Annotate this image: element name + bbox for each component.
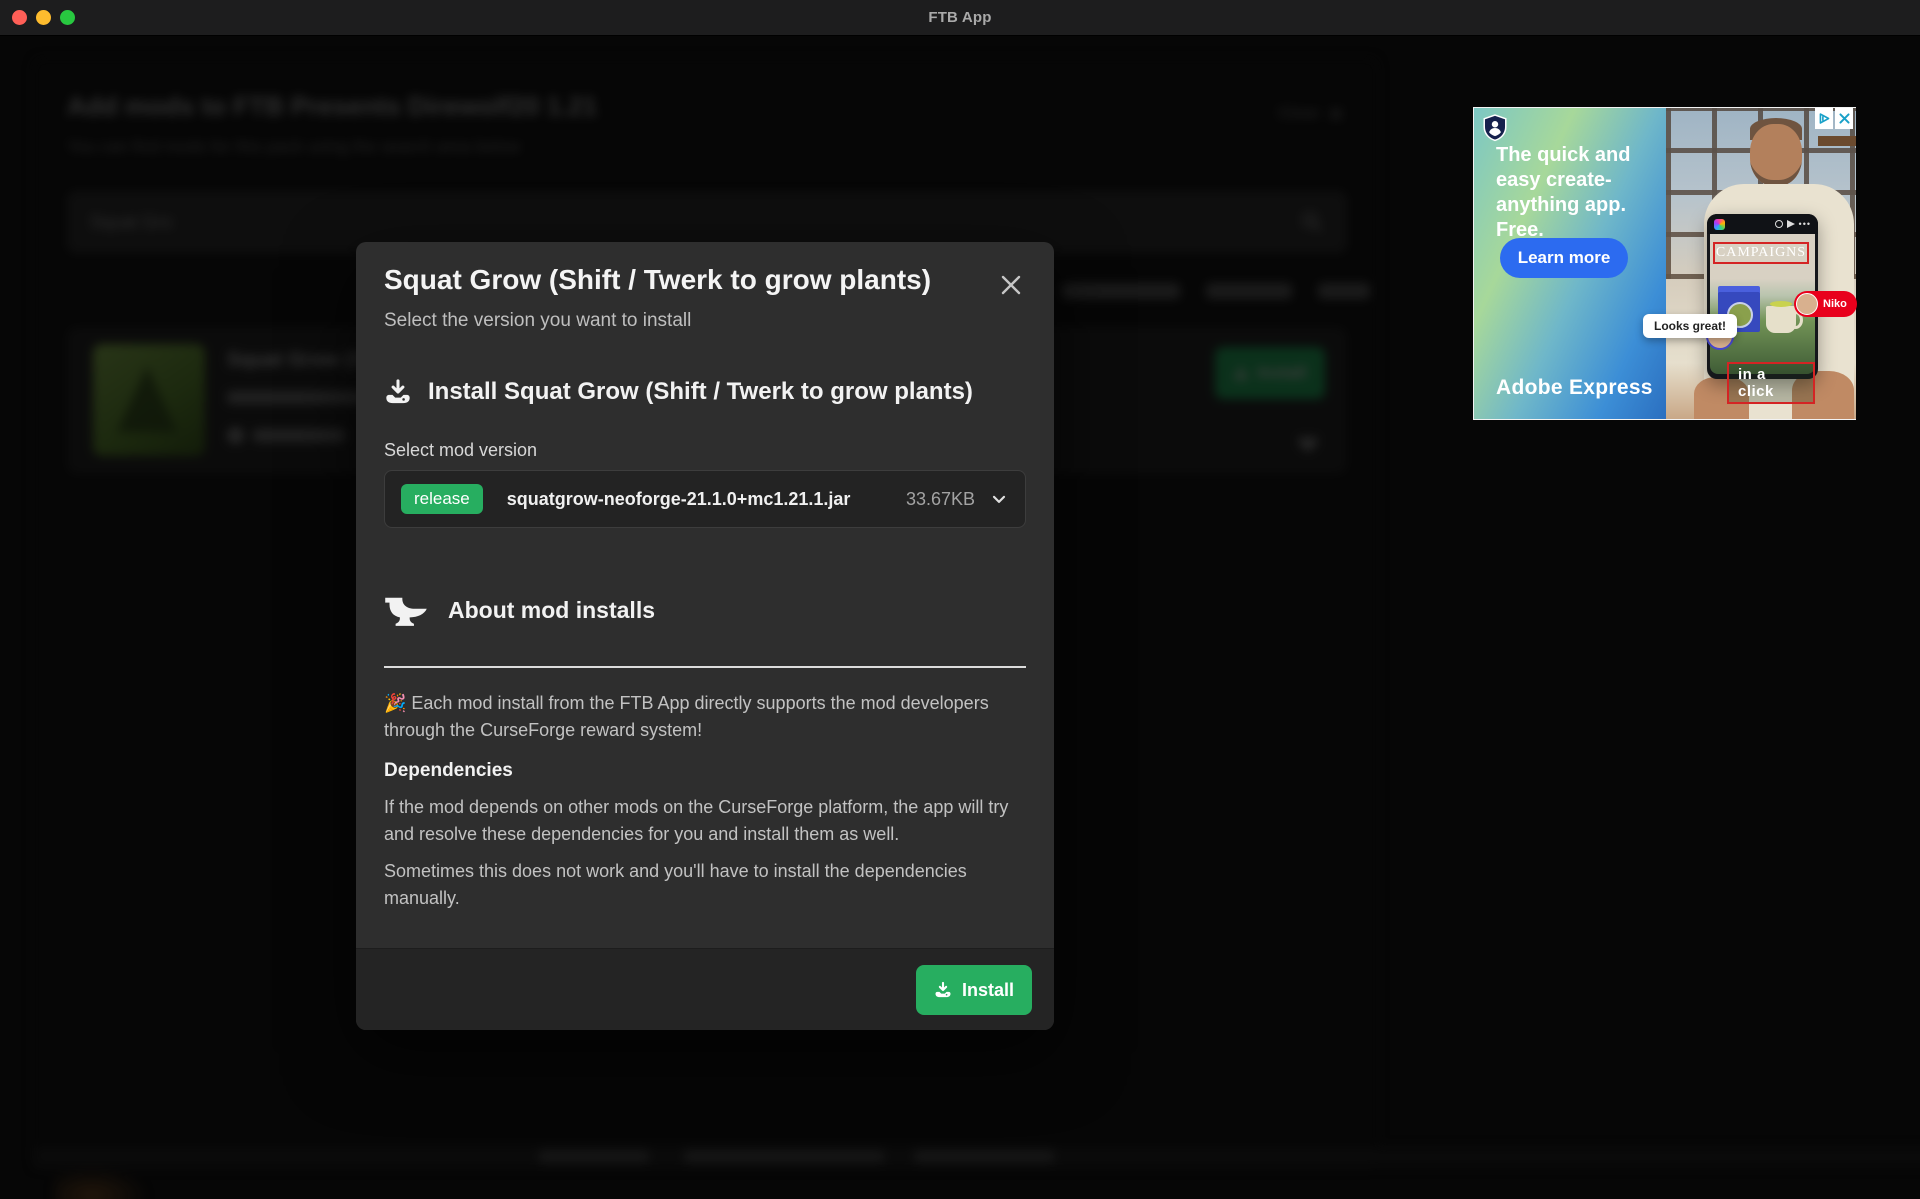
phone-screen: CAMPAIGNS Niko in a click <box>1710 234 1815 374</box>
avatar <box>1796 293 1818 315</box>
modal-title: Squat Grow (Shift / Twerk to grow plants… <box>384 264 931 296</box>
search-value: Squat Gro <box>90 212 1300 233</box>
ad-headline: The quick and easy create-anything app. … <box>1496 143 1646 243</box>
looks-great-tag: Looks great! <box>1643 314 1737 338</box>
adobe-express-logo-icon <box>1714 219 1725 230</box>
dependencies-paragraph-2: Sometimes this does not work and you'll … <box>384 858 1029 912</box>
mod-thumbnail <box>93 344 205 456</box>
history-icon <box>1775 220 1783 228</box>
install-button[interactable]: Install <box>916 965 1032 1015</box>
result-filter-row <box>1062 283 1370 299</box>
install-heading-label: Install Squat Grow (Shift / Twerk to gro… <box>428 378 973 406</box>
about-heading-label: About mod installs <box>448 597 655 624</box>
install-mod-modal: Squat Grow (Shift / Twerk to grow plants… <box>356 242 1054 1030</box>
card-install-label: Install <box>1257 363 1306 383</box>
candle-mug <box>1766 306 1796 333</box>
reward-note: 🎉 Each mod install from the FTB App dire… <box>384 690 1029 744</box>
install-button-label: Install <box>962 980 1014 1001</box>
background-glow <box>54 1167 149 1199</box>
privacy-shield-icon[interactable] <box>1482 114 1508 142</box>
download-icon <box>384 378 412 406</box>
adchoices-icon[interactable] <box>1815 108 1833 129</box>
phone-mockup: ••• CAMPAIGNS Niko in a click <box>1707 214 1818 379</box>
bottom-status-strip <box>34 1147 1920 1167</box>
page-close-label: Close <box>1278 105 1319 123</box>
niko-collab-pill: Niko <box>1794 291 1857 317</box>
adobe-express-ad[interactable]: The quick and easy create-anything app. … <box>1473 107 1856 420</box>
mod-card-meta-line <box>227 391 377 404</box>
version-select-label: Select mod version <box>384 440 537 461</box>
in-a-click-text: in a click <box>1727 362 1815 404</box>
mod-author-avatar <box>227 427 244 444</box>
ad-close-icon[interactable] <box>1835 108 1853 129</box>
phone-top-bar: ••• <box>1707 214 1818 234</box>
campaigns-text: CAMPAIGNS <box>1713 242 1809 264</box>
minimize-window-button[interactable] <box>36 10 51 25</box>
heart-icon <box>1297 433 1319 453</box>
filter-chip <box>1062 283 1180 299</box>
filter-chip <box>1318 283 1370 299</box>
window-title: FTB App <box>928 9 991 26</box>
ad-gradient-panel: The quick and easy create-anything app. … <box>1474 108 1666 419</box>
status-blob <box>684 1150 884 1163</box>
modal-subtitle: Select the version you want to install <box>384 310 691 332</box>
page-title: Add mods to FTB Presents Direwolf20 1.21 <box>67 91 597 122</box>
install-section-heading: Install Squat Grow (Shift / Twerk to gro… <box>384 378 973 406</box>
more-icon: ••• <box>1799 221 1811 227</box>
ad-controls <box>1815 108 1853 129</box>
zoom-window-button[interactable] <box>60 10 75 25</box>
search-icon <box>1300 210 1324 234</box>
share-icon <box>1787 220 1795 228</box>
version-filename: squatgrow-neoforge-21.1.0+mc1.21.1.jar <box>507 489 851 510</box>
ad-learn-more-button[interactable]: Learn more <box>1500 238 1628 278</box>
close-window-button[interactable] <box>12 10 27 25</box>
mod-version-select[interactable]: release squatgrow-neoforge-21.1.0+mc1.21… <box>384 470 1026 528</box>
window-titlebar: FTB App <box>0 0 1920 36</box>
close-icon <box>1329 107 1343 121</box>
person-head <box>1750 124 1802 186</box>
modal-close-button[interactable] <box>998 272 1024 298</box>
release-channel-badge: release <box>401 484 483 514</box>
chevron-down-icon <box>989 489 1009 509</box>
ad-brand-logo: Adobe Express <box>1496 376 1653 400</box>
dependencies-paragraph-1: If the mod depends on other mods on the … <box>384 794 1029 848</box>
dependencies-heading: Dependencies <box>384 760 513 782</box>
niko-label: Niko <box>1823 298 1847 310</box>
page-subtitle: You can find mods for this pack using th… <box>67 137 520 157</box>
wood-shelf <box>1818 136 1856 146</box>
anvil-icon <box>384 594 428 626</box>
status-blob <box>539 1150 649 1163</box>
traffic-lights <box>12 10 75 25</box>
download-icon <box>934 981 952 999</box>
mod-author-line <box>253 429 345 442</box>
card-install-button: Install <box>1215 347 1325 399</box>
status-blob <box>914 1150 1054 1163</box>
filter-chip <box>1206 283 1292 299</box>
modal-footer: Install <box>356 948 1054 1030</box>
version-filesize: 33.67KB <box>906 489 975 510</box>
page-close-button: Close <box>1278 105 1343 123</box>
section-divider <box>384 666 1026 668</box>
about-section-heading: About mod installs <box>384 594 655 626</box>
